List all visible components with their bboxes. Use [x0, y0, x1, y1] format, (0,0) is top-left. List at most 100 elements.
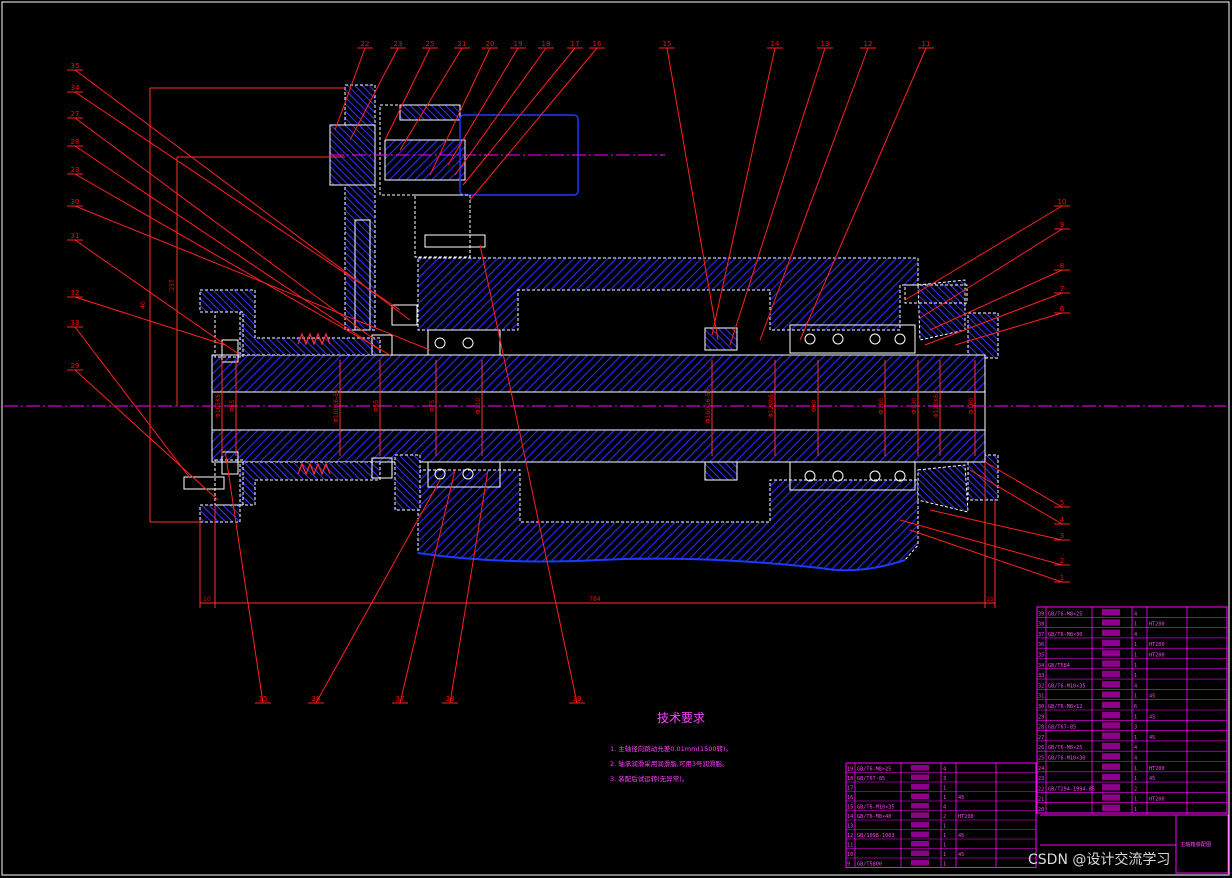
- bom-cell: 45: [958, 852, 964, 858]
- bom-cell: 11: [847, 843, 853, 849]
- bom-cell: GB/T6-M8×25: [1048, 611, 1082, 617]
- callout-label: 30: [71, 198, 80, 206]
- bom-cell: 1: [1134, 622, 1137, 628]
- bom-cell: HT200: [1149, 642, 1165, 648]
- bom-cell: GB/T6-M8×12: [1048, 704, 1082, 710]
- bom-cell: 1: [1134, 735, 1137, 741]
- bom-cell: 1: [943, 833, 946, 839]
- bom-cell: 1: [1134, 766, 1137, 772]
- callout-label: 28: [71, 138, 80, 146]
- bom-cell: 15: [847, 805, 853, 811]
- diameter-label: Φ105K6: [215, 394, 222, 418]
- bom-cell: 17: [847, 786, 853, 792]
- bom-cell: 2: [1134, 786, 1137, 792]
- callout-label: 4: [1060, 516, 1065, 524]
- bom-cell: GB/T67-85: [857, 776, 885, 782]
- drawing-name: 主轴箱装配图: [1180, 840, 1211, 848]
- bom-cell: 45: [1149, 735, 1155, 741]
- bom-cell: 13: [847, 824, 853, 830]
- bom-cell: 3: [1134, 725, 1137, 731]
- bom-cell: 31: [1038, 694, 1044, 700]
- callout-label: 23: [71, 166, 80, 174]
- callout-label: 35: [71, 62, 80, 70]
- callout-label: 23: [394, 40, 403, 48]
- bom-cell: 4: [943, 767, 946, 773]
- callout-label: 27: [71, 110, 80, 118]
- callout-label: 29: [71, 362, 80, 370]
- callout-label: 2: [1060, 557, 1064, 565]
- callout-label: 16: [593, 40, 602, 48]
- bom-cell: 4: [1134, 632, 1137, 638]
- diameter-label: Φ90: [811, 400, 818, 413]
- bom-cell: 28: [1038, 725, 1044, 731]
- bom-cell: GB/T6-M8×25: [1048, 745, 1082, 751]
- diameter-label: Φ120h6: [768, 394, 775, 418]
- bom-cell: 45: [1149, 776, 1155, 782]
- bom-cell: 1: [1134, 673, 1137, 679]
- bom-cell: 1: [1134, 663, 1137, 669]
- bom-cell: 18: [847, 776, 853, 782]
- bom-cell: 1: [943, 862, 946, 868]
- diameter-label: Φ100: [968, 398, 975, 414]
- spindle-shaft: [211, 354, 986, 463]
- dim-left-offset: 10: [203, 596, 211, 603]
- callout-label: 1: [1060, 574, 1064, 582]
- bom-cell: 4: [1134, 745, 1137, 751]
- callout-label: 7: [1060, 285, 1064, 293]
- callout-label: 14: [771, 40, 780, 48]
- callout-label: 33: [71, 319, 80, 327]
- bom-cell: 10: [847, 852, 853, 858]
- bom-cell: GB/T6-M8×25: [857, 767, 891, 773]
- bom-cell: 39: [1038, 611, 1044, 617]
- dim-right-offset: 15: [986, 596, 994, 603]
- bom-cell: 19: [847, 767, 853, 773]
- bom-cell: 4: [943, 805, 946, 811]
- diameter-label: Φ65: [373, 400, 380, 413]
- callout-label: 8: [1060, 262, 1064, 270]
- watermark: CSDN @设计交流学习: [1028, 851, 1170, 868]
- bom-cell: 36: [1038, 642, 1044, 648]
- bom-cell: 33: [1038, 673, 1044, 679]
- bom-cell: 23: [1038, 776, 1044, 782]
- bom-cell: 37: [1038, 632, 1044, 638]
- bom-cell: GB/T584: [1048, 663, 1070, 669]
- bom-cell: 24: [1038, 766, 1044, 772]
- callout-label: 9: [1060, 221, 1064, 229]
- bom-cell: GB/T5800: [857, 862, 882, 868]
- bom-cell: 4: [1134, 756, 1137, 762]
- callout-label: 39: [573, 695, 582, 703]
- bom-cell: 29: [1038, 714, 1044, 720]
- diameter-label: Φ110: [475, 398, 482, 414]
- bom-cell: 4: [1134, 683, 1137, 689]
- callout-label: 3: [1060, 532, 1064, 540]
- bom-cell: 1: [943, 824, 946, 830]
- bom-cell: GB/T294-1994-85: [1048, 786, 1095, 792]
- bom-cell: HT200: [1149, 622, 1165, 628]
- bom-cell: GB/T67-85: [1048, 725, 1076, 731]
- callout-label: 37: [396, 695, 405, 703]
- bom-cell: GB/T6-M8×40: [857, 814, 891, 820]
- bom-cell: 26: [1038, 745, 1044, 751]
- bom-cell: HT200: [958, 814, 974, 820]
- bom-cell: 45: [958, 833, 964, 839]
- callout-label: 15: [663, 40, 672, 48]
- diameter-label: Φ65: [229, 400, 236, 413]
- callout-label: 34: [71, 84, 80, 92]
- callout-label: 5: [1060, 499, 1064, 507]
- bom-cell: 38: [1038, 622, 1044, 628]
- bom-table-bottom: 19 GB/T6-M8×25 418 GB/T67-85 317 116 1 4515 GB/T…: [845, 762, 1037, 868]
- tech-requirement-2: 2. 轴承润滑采用润滑脂,可用3号润滑脂。: [610, 759, 728, 768]
- callout-label: 35: [259, 695, 268, 703]
- diameter-label: Φ100: [878, 398, 885, 414]
- dim-height-b: 237: [169, 279, 176, 291]
- tech-requirement-1: 1. 主轴径向跳动允差0.01mm(1500转)。: [610, 744, 732, 753]
- bom-cell: 1: [943, 843, 946, 849]
- callout-label: 11: [922, 40, 931, 48]
- bom-cell: 45: [1149, 714, 1155, 720]
- callout-label: 18: [542, 40, 551, 48]
- dim-height-a: 40: [140, 301, 147, 309]
- callout-label: 19: [514, 40, 523, 48]
- bom-cell: 1: [1134, 642, 1137, 648]
- bom-cell: 1: [1134, 653, 1137, 659]
- bom-cell: GB/T6-M10×35: [857, 805, 894, 811]
